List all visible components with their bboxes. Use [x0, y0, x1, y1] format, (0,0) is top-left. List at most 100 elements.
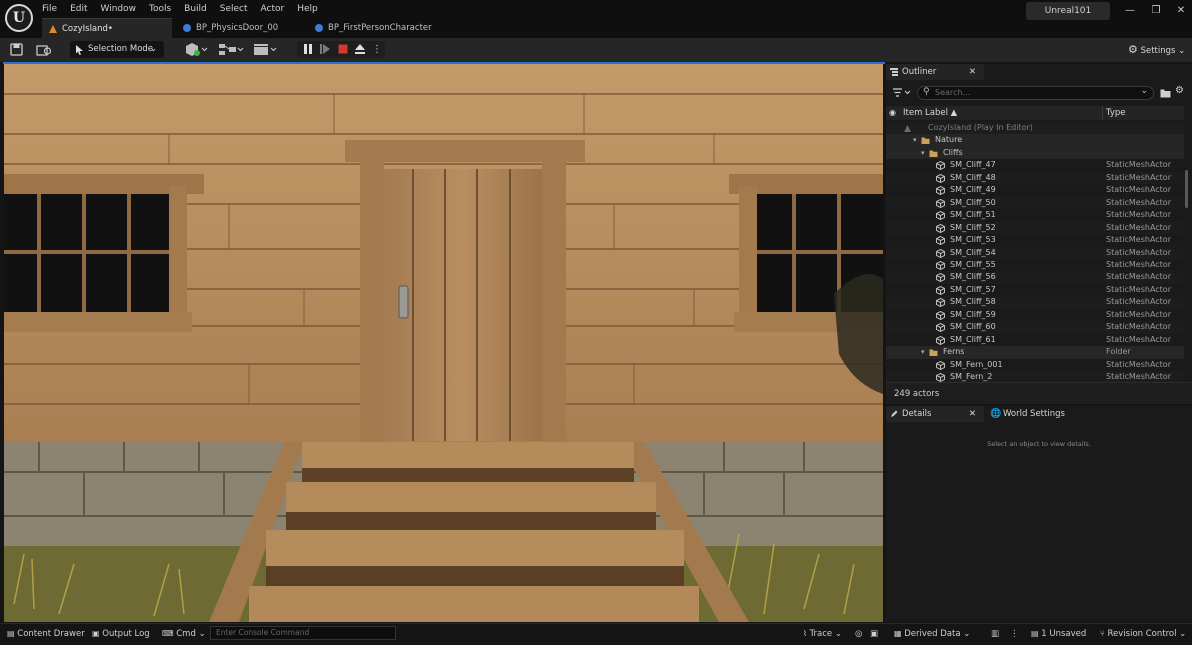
- menu-help[interactable]: Help: [297, 3, 326, 17]
- blueprint-menu-icon[interactable]: [218, 42, 244, 57]
- outliner-row-mesh[interactable]: SM_Cliff_56 StaticMeshActor: [886, 271, 1184, 284]
- outliner-row-mesh[interactable]: SM_Cliff_54 StaticMeshActor: [886, 246, 1184, 259]
- outliner-row-mesh[interactable]: SM_Cliff_51 StaticMeshActor: [886, 209, 1184, 222]
- unreal-logo-icon[interactable]: U: [5, 4, 33, 32]
- outliner-row-mesh[interactable]: SM_Cliff_58 StaticMeshActor: [886, 296, 1184, 309]
- tab-details[interactable]: Details ✕: [886, 406, 984, 422]
- gear-icon: ⚙: [1128, 43, 1138, 56]
- settings-button[interactable]: ⚙ Settings ⌄: [1128, 41, 1186, 58]
- outliner-row-folder[interactable]: ▾ Ferns Folder: [886, 346, 1184, 359]
- outliner-row-folder[interactable]: ▾ Cliffs: [886, 146, 1184, 160]
- menu-actor[interactable]: Actor: [261, 3, 293, 17]
- tab-bp-physicsdoor[interactable]: BP_PhysicsDoor_00: [176, 18, 304, 38]
- outliner-row-mesh[interactable]: SM_Cliff_50 StaticMeshActor: [886, 196, 1184, 210]
- outliner-row-mesh[interactable]: SM_Cliff_61 StaticMeshActor: [886, 333, 1184, 347]
- column-item-label[interactable]: Item Label ▲: [903, 106, 957, 120]
- details-panel: [886, 406, 1192, 622]
- screenshot-icon[interactable]: ▣: [870, 627, 882, 641]
- eject-icon[interactable]: [354, 43, 366, 55]
- outliner-row-mesh[interactable]: SM_Cliff_55 StaticMeshActor: [886, 258, 1184, 272]
- project-name: Unreal101: [1026, 2, 1110, 20]
- output-log-label: Output Log: [102, 629, 150, 639]
- stop-icon[interactable]: [337, 43, 349, 55]
- revision-control-dropdown[interactable]: ⑂ Revision Control ⌄: [1100, 627, 1190, 641]
- trace-label: Trace: [809, 629, 833, 639]
- step-frame-icon[interactable]: [319, 43, 331, 55]
- pause-icon[interactable]: [302, 43, 314, 55]
- tree-expand-chevron-icon[interactable]: ▾: [913, 134, 917, 146]
- chevron-down-icon[interactable]: ⌄: [1140, 86, 1148, 96]
- world-icon: [904, 125, 911, 132]
- derived-data-dropdown[interactable]: ▦ Derived Data ⌄: [894, 627, 978, 641]
- tree-expand-chevron-icon[interactable]: ▾: [921, 147, 925, 159]
- outliner-item-label: SM_Cliff_50: [950, 197, 996, 207]
- pencil-icon: [891, 410, 898, 417]
- console-command-input[interactable]: Enter Console Command: [210, 626, 396, 640]
- close-button[interactable]: ✕: [1171, 3, 1191, 19]
- outliner-scrollbar[interactable]: [1185, 170, 1188, 208]
- chevron-down-icon: ⌄: [198, 629, 206, 639]
- outliner-row-mesh[interactable]: SM_Cliff_52 StaticMeshActor: [886, 221, 1184, 235]
- kebab-icon[interactable]: ⋮: [1010, 627, 1019, 641]
- menu-build[interactable]: Build: [184, 3, 215, 17]
- filter-icon[interactable]: [892, 88, 912, 98]
- menu-select[interactable]: Select: [220, 3, 256, 17]
- outliner-row-mesh[interactable]: SM_Cliff_57 StaticMeshActor: [886, 283, 1184, 297]
- tab-cozyisland[interactable]: CozyIsland•: [42, 18, 172, 38]
- outliner-row-mesh[interactable]: SM_Cliff_60 StaticMeshActor: [886, 321, 1184, 334]
- content-drawer-button[interactable]: ▤ Content Drawer: [7, 627, 87, 641]
- outliner-item-label: SM_Cliff_58: [950, 297, 996, 307]
- folder-icon: [929, 150, 938, 157]
- settings-label: Settings: [1140, 46, 1176, 56]
- outliner-row-mesh[interactable]: SM_Cliff_48 StaticMeshActor: [886, 171, 1184, 185]
- outliner-item-type: StaticMeshActor: [1106, 222, 1171, 232]
- add-actor-icon[interactable]: [184, 42, 208, 57]
- trace-dropdown[interactable]: ⌇ Trace ⌄: [803, 627, 849, 641]
- menu-edit[interactable]: Edit: [70, 3, 95, 17]
- outliner-item-label: SM_Cliff_55: [950, 259, 996, 269]
- outliner-row-mesh[interactable]: SM_Cliff_47 StaticMeshActor: [886, 159, 1184, 172]
- column-type[interactable]: Type: [1106, 106, 1126, 120]
- menu-window[interactable]: Window: [101, 3, 145, 17]
- restore-button[interactable]: ❐: [1146, 3, 1166, 19]
- menu-tools[interactable]: Tools: [149, 3, 179, 17]
- outliner-item-type: StaticMeshActor: [1106, 322, 1171, 332]
- main-toolbar: [0, 38, 1192, 62]
- outliner-row-folder[interactable]: ▾ Nature: [886, 134, 1184, 147]
- selection-mode-dropdown[interactable]: Selection Mode ⌄: [70, 41, 164, 58]
- outliner-item-label: SM_Cliff_60: [950, 322, 996, 332]
- outliner-item-label: SM_Cliff_53: [950, 235, 996, 245]
- play-options-kebab-icon[interactable]: ⋮: [372, 42, 382, 58]
- close-tab-icon[interactable]: ✕: [969, 406, 976, 422]
- source-control-icon[interactable]: ▥: [991, 627, 1003, 641]
- cmd-dropdown[interactable]: ⌨ Cmd ⌄: [162, 627, 208, 641]
- close-tab-icon[interactable]: ✕: [969, 64, 976, 80]
- content-browser-icon[interactable]: [36, 43, 52, 56]
- tab-outliner[interactable]: Outliner ✕: [886, 64, 984, 80]
- cinematics-icon[interactable]: [252, 42, 278, 57]
- gear-icon[interactable]: ⚙: [1175, 85, 1184, 96]
- tab-world-settings[interactable]: 🌐 World Settings: [986, 406, 1088, 422]
- minimize-button[interactable]: —: [1120, 3, 1140, 19]
- level-viewport[interactable]: [4, 64, 883, 622]
- static-mesh-icon: [936, 161, 945, 171]
- record-icon[interactable]: ◎: [855, 627, 867, 641]
- outliner-item-label: SM_Cliff_54: [950, 247, 996, 257]
- output-log-button[interactable]: ▣ Output Log: [92, 627, 156, 641]
- tab-bp-firstpersoncharacter[interactable]: BP_FirstPersonCharacter: [308, 18, 458, 38]
- menu-bar: File Edit Window Tools Build Select Acto…: [42, 3, 331, 17]
- menu-file[interactable]: File: [42, 3, 65, 17]
- outliner-search-input[interactable]: ⚲ Search... ⌄: [917, 86, 1154, 100]
- visibility-eye-icon[interactable]: ◉: [889, 106, 896, 120]
- outliner-row-mesh[interactable]: SM_Cliff_59 StaticMeshActor: [886, 308, 1184, 322]
- outliner-row-mesh[interactable]: SM_Cliff_49 StaticMeshActor: [886, 184, 1184, 197]
- outliner-row-world[interactable]: CozyIsland (Play In Editor): [886, 122, 1184, 135]
- save-icon[interactable]: [10, 43, 23, 56]
- outliner-row-mesh[interactable]: SM_Fern_001 StaticMeshActor: [886, 358, 1184, 371]
- add-folder-icon[interactable]: [1160, 88, 1171, 98]
- column-divider[interactable]: [1102, 106, 1103, 120]
- outliner-row-mesh[interactable]: SM_Cliff_53 StaticMeshActor: [886, 234, 1184, 247]
- unsaved-button[interactable]: ▤ 1 Unsaved: [1031, 627, 1093, 641]
- cursor-arrow-icon: [76, 45, 83, 55]
- tree-expand-chevron-icon[interactable]: ▾: [921, 346, 925, 358]
